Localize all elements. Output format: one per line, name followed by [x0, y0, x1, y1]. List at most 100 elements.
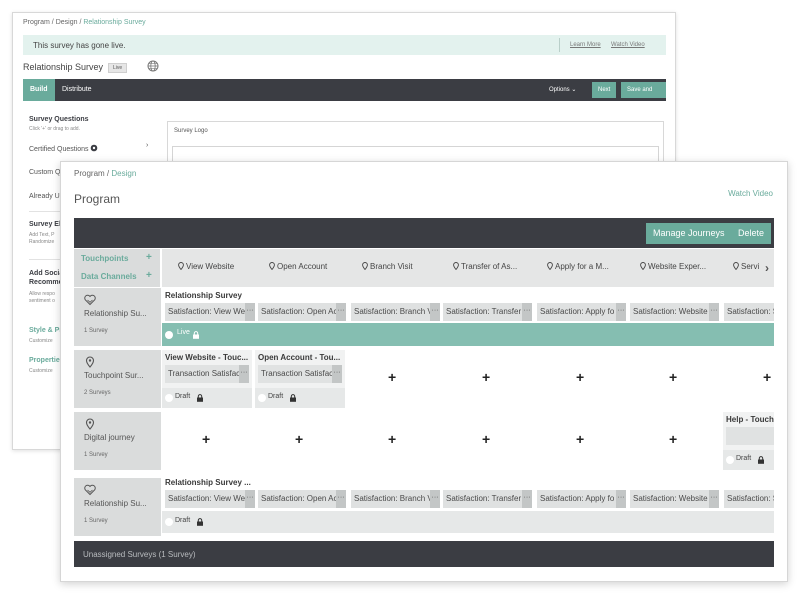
row-label[interactable]: Relationship Su... 1 Survey [74, 478, 161, 536]
question-chip[interactable]: Satisfaction: View We ··· [165, 490, 255, 508]
question-chip[interactable]: Satisfaction: Branch V ··· [351, 303, 440, 321]
question-chip[interactable]: Satisfaction: Open Ac ··· [258, 303, 346, 321]
empty-cell[interactable]: + [442, 350, 532, 408]
draft-status-bar[interactable]: Draft [255, 388, 345, 408]
column-header-branch-visit[interactable]: Branch Visit [362, 262, 413, 271]
add-survey-button[interactable]: + [763, 369, 771, 385]
survey-title[interactable]: Open Account - Tou... [258, 353, 344, 362]
manage-journeys-button[interactable]: Manage Journeys [646, 223, 732, 244]
unassigned-surveys-bar[interactable]: Unassigned Surveys (1 Survey) [74, 541, 774, 567]
tab-distribute[interactable]: Distribute [55, 79, 99, 101]
column-header-website-experience[interactable]: Website Exper... [640, 262, 706, 271]
empty-cell[interactable]: + [629, 412, 719, 470]
add-survey-button[interactable]: + [295, 431, 303, 447]
question-chip[interactable]: Transaction Satisfac ··· [258, 365, 342, 383]
survey-title[interactable]: View Website - Touc... [165, 353, 251, 362]
survey-title[interactable]: Relationship Survey [165, 291, 242, 300]
question-chip[interactable]: Satisfaction: Apply fo ··· [537, 490, 626, 508]
already-used-item[interactable]: Already U [29, 193, 60, 200]
question-chip[interactable]: Satisfaction: Website ··· [630, 490, 719, 508]
empty-cell[interactable]: + [536, 350, 626, 408]
column-header-view-website[interactable]: View Website [178, 262, 234, 271]
empty-cell[interactable]: + [629, 350, 719, 408]
style-link[interactable]: Style & Pr [29, 327, 62, 334]
next-button[interactable]: Next [592, 82, 617, 98]
question-chip[interactable]: Satisfaction: Transfer ··· [443, 490, 532, 508]
question-chip[interactable]: Satisfaction: Apply fo ··· [537, 303, 626, 321]
survey-title[interactable]: Relationship Survey ... [165, 478, 251, 487]
more-icon[interactable]: ··· [430, 303, 440, 321]
custom-questions-item[interactable]: Custom Q [29, 169, 61, 176]
row-label[interactable]: Touchpoint Sur... 2 Surveys [74, 350, 161, 408]
more-icon[interactable]: ··· [616, 303, 626, 321]
live-status-bar[interactable]: Live [162, 323, 774, 346]
question-chip[interactable]: Transaction Satisfac ··· [165, 365, 249, 383]
column-header-service[interactable]: Servi [733, 262, 759, 271]
question-chip[interactable]: Satisfaction: Open Ac ··· [258, 490, 346, 508]
add-touchpoint-button[interactable]: + [146, 252, 152, 263]
add-data-channel-button[interactable]: + [146, 270, 152, 281]
add-survey-button[interactable]: + [576, 369, 584, 385]
more-icon[interactable]: ··· [332, 365, 342, 383]
add-survey-button[interactable]: + [669, 369, 677, 385]
delete-button[interactable]: Delete [731, 223, 772, 244]
empty-cell[interactable]: + [348, 350, 438, 408]
breadcrumb-program[interactable]: Program [74, 169, 105, 178]
question-chip[interactable]: Satisfaction: Website ··· [630, 303, 719, 321]
properties-link[interactable]: Propertie [29, 357, 60, 364]
row-label[interactable]: Digital journey 1 Survey [74, 412, 161, 470]
more-icon[interactable]: ··· [616, 490, 626, 508]
empty-cell[interactable]: + [348, 412, 438, 470]
more-icon[interactable]: ··· [336, 490, 346, 508]
add-survey-button[interactable]: + [669, 431, 677, 447]
watch-video-link[interactable]: Watch Video [611, 42, 645, 48]
breadcrumb-design[interactable]: Design [56, 19, 78, 26]
survey-cell[interactable]: View Website - Touc... Transaction Satis… [162, 350, 252, 408]
column-header-apply[interactable]: Apply for a M... [547, 262, 609, 271]
tab-build[interactable]: Build [23, 79, 55, 101]
add-survey-button[interactable]: + [482, 431, 490, 447]
save-and-exit-button[interactable]: Save and Exit [621, 82, 666, 109]
column-header-transfer[interactable]: Transfer of As... [453, 262, 517, 271]
more-icon[interactable]: ··· [522, 303, 532, 321]
empty-cell[interactable]: + [162, 412, 252, 470]
more-icon[interactable]: ··· [245, 490, 255, 508]
watch-video-link[interactable]: Watch Video [728, 189, 773, 198]
empty-cell[interactable]: + [536, 412, 626, 470]
add-survey-button[interactable]: + [482, 369, 490, 385]
empty-cell[interactable]: + [723, 350, 774, 408]
question-chip[interactable]: Satisfaction: S [724, 490, 774, 508]
more-icon[interactable]: ··· [709, 490, 719, 508]
more-icon[interactable]: ··· [336, 303, 346, 321]
more-icon[interactable]: ··· [709, 303, 719, 321]
add-survey-button[interactable]: + [388, 369, 396, 385]
more-icon[interactable]: ··· [430, 490, 440, 508]
empty-cell[interactable]: + [442, 412, 532, 470]
survey-cell[interactable]: Help - Touchp Draft [723, 412, 774, 470]
add-survey-button[interactable]: + [202, 431, 210, 447]
globe-icon[interactable] [147, 60, 159, 72]
question-chip[interactable]: Satisfaction: Branch V ··· [351, 490, 440, 508]
more-icon[interactable]: ··· [245, 303, 255, 321]
draft-status-bar[interactable]: Draft [162, 511, 774, 533]
learn-more-link[interactable]: Learn More [570, 42, 601, 48]
chevron-right-icon[interactable]: › [146, 142, 148, 149]
more-icon[interactable]: ··· [522, 490, 532, 508]
row-label[interactable]: Relationship Su... 1 Survey [74, 288, 161, 346]
draft-status-bar[interactable]: Draft [162, 388, 252, 408]
draft-status-bar[interactable]: Draft [723, 450, 774, 470]
question-chip[interactable]: Satisfaction: View We ··· [165, 303, 255, 321]
scroll-right-arrow[interactable]: › [760, 249, 774, 287]
survey-title[interactable]: Help - Touchp [726, 415, 774, 424]
add-survey-button[interactable]: + [576, 431, 584, 447]
empty-cell[interactable]: + [255, 412, 345, 470]
certified-questions-item[interactable]: Certified Questions [29, 144, 98, 153]
question-chip[interactable]: Satisfaction: S [724, 303, 774, 321]
question-chip[interactable]: Satisfaction: Transfer ··· [443, 303, 532, 321]
survey-cell[interactable]: Open Account - Tou... Transaction Satisf… [255, 350, 345, 408]
breadcrumb-program[interactable]: Program [23, 19, 50, 26]
add-survey-button[interactable]: + [388, 431, 396, 447]
question-chip[interactable] [726, 427, 774, 445]
more-icon[interactable]: ··· [239, 365, 249, 383]
options-menu[interactable]: Options ⌄ [549, 79, 576, 101]
